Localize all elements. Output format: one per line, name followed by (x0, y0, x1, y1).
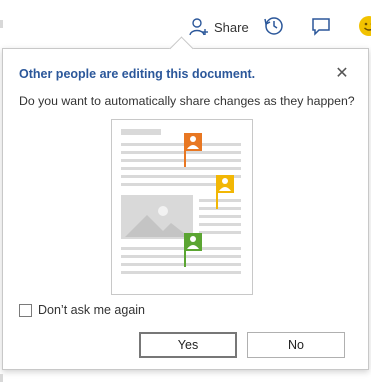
doc-text-line (199, 207, 241, 210)
history-icon[interactable] (262, 14, 286, 38)
doc-text-line (199, 223, 241, 226)
collaboration-illustration (111, 119, 253, 295)
dont-ask-again-label: Don’t ask me again (38, 303, 146, 317)
yes-button[interactable]: Yes (139, 332, 237, 358)
doc-text-line (121, 247, 241, 250)
comment-icon[interactable] (309, 14, 333, 38)
background-fragment (0, 374, 3, 382)
doc-text-line (199, 215, 241, 218)
share-person-icon (189, 18, 208, 36)
smiley-icon[interactable] (357, 14, 371, 38)
doc-text-line (121, 183, 221, 186)
doc-text-line (121, 271, 241, 274)
no-button[interactable]: No (247, 332, 345, 358)
share-changes-callout: Other people are editing this document. … (2, 36, 369, 370)
share-button[interactable]: Share (188, 15, 249, 39)
doc-text-line (121, 263, 241, 266)
share-label: Share (214, 19, 249, 35)
dialog-title: Other people are editing this document. (19, 67, 256, 81)
doc-text-line (121, 143, 241, 146)
doc-text-line (121, 151, 241, 154)
close-button[interactable]: ✕ (332, 63, 352, 83)
doc-text-line (199, 199, 241, 202)
background-fragment (0, 20, 3, 28)
doc-text-line (121, 167, 241, 170)
word-page: Share Other people are editing this docu… (0, 0, 371, 386)
doc-heading-line (121, 129, 161, 135)
doc-text-line (121, 159, 241, 162)
dont-ask-again-row[interactable]: Don’t ask me again (19, 303, 145, 317)
doc-image-sun (158, 206, 168, 216)
doc-text-line (121, 255, 241, 258)
dialog-message: Do you want to automatically share chang… (19, 94, 355, 108)
dont-ask-again-checkbox[interactable] (19, 303, 32, 317)
doc-text-line (199, 231, 241, 234)
